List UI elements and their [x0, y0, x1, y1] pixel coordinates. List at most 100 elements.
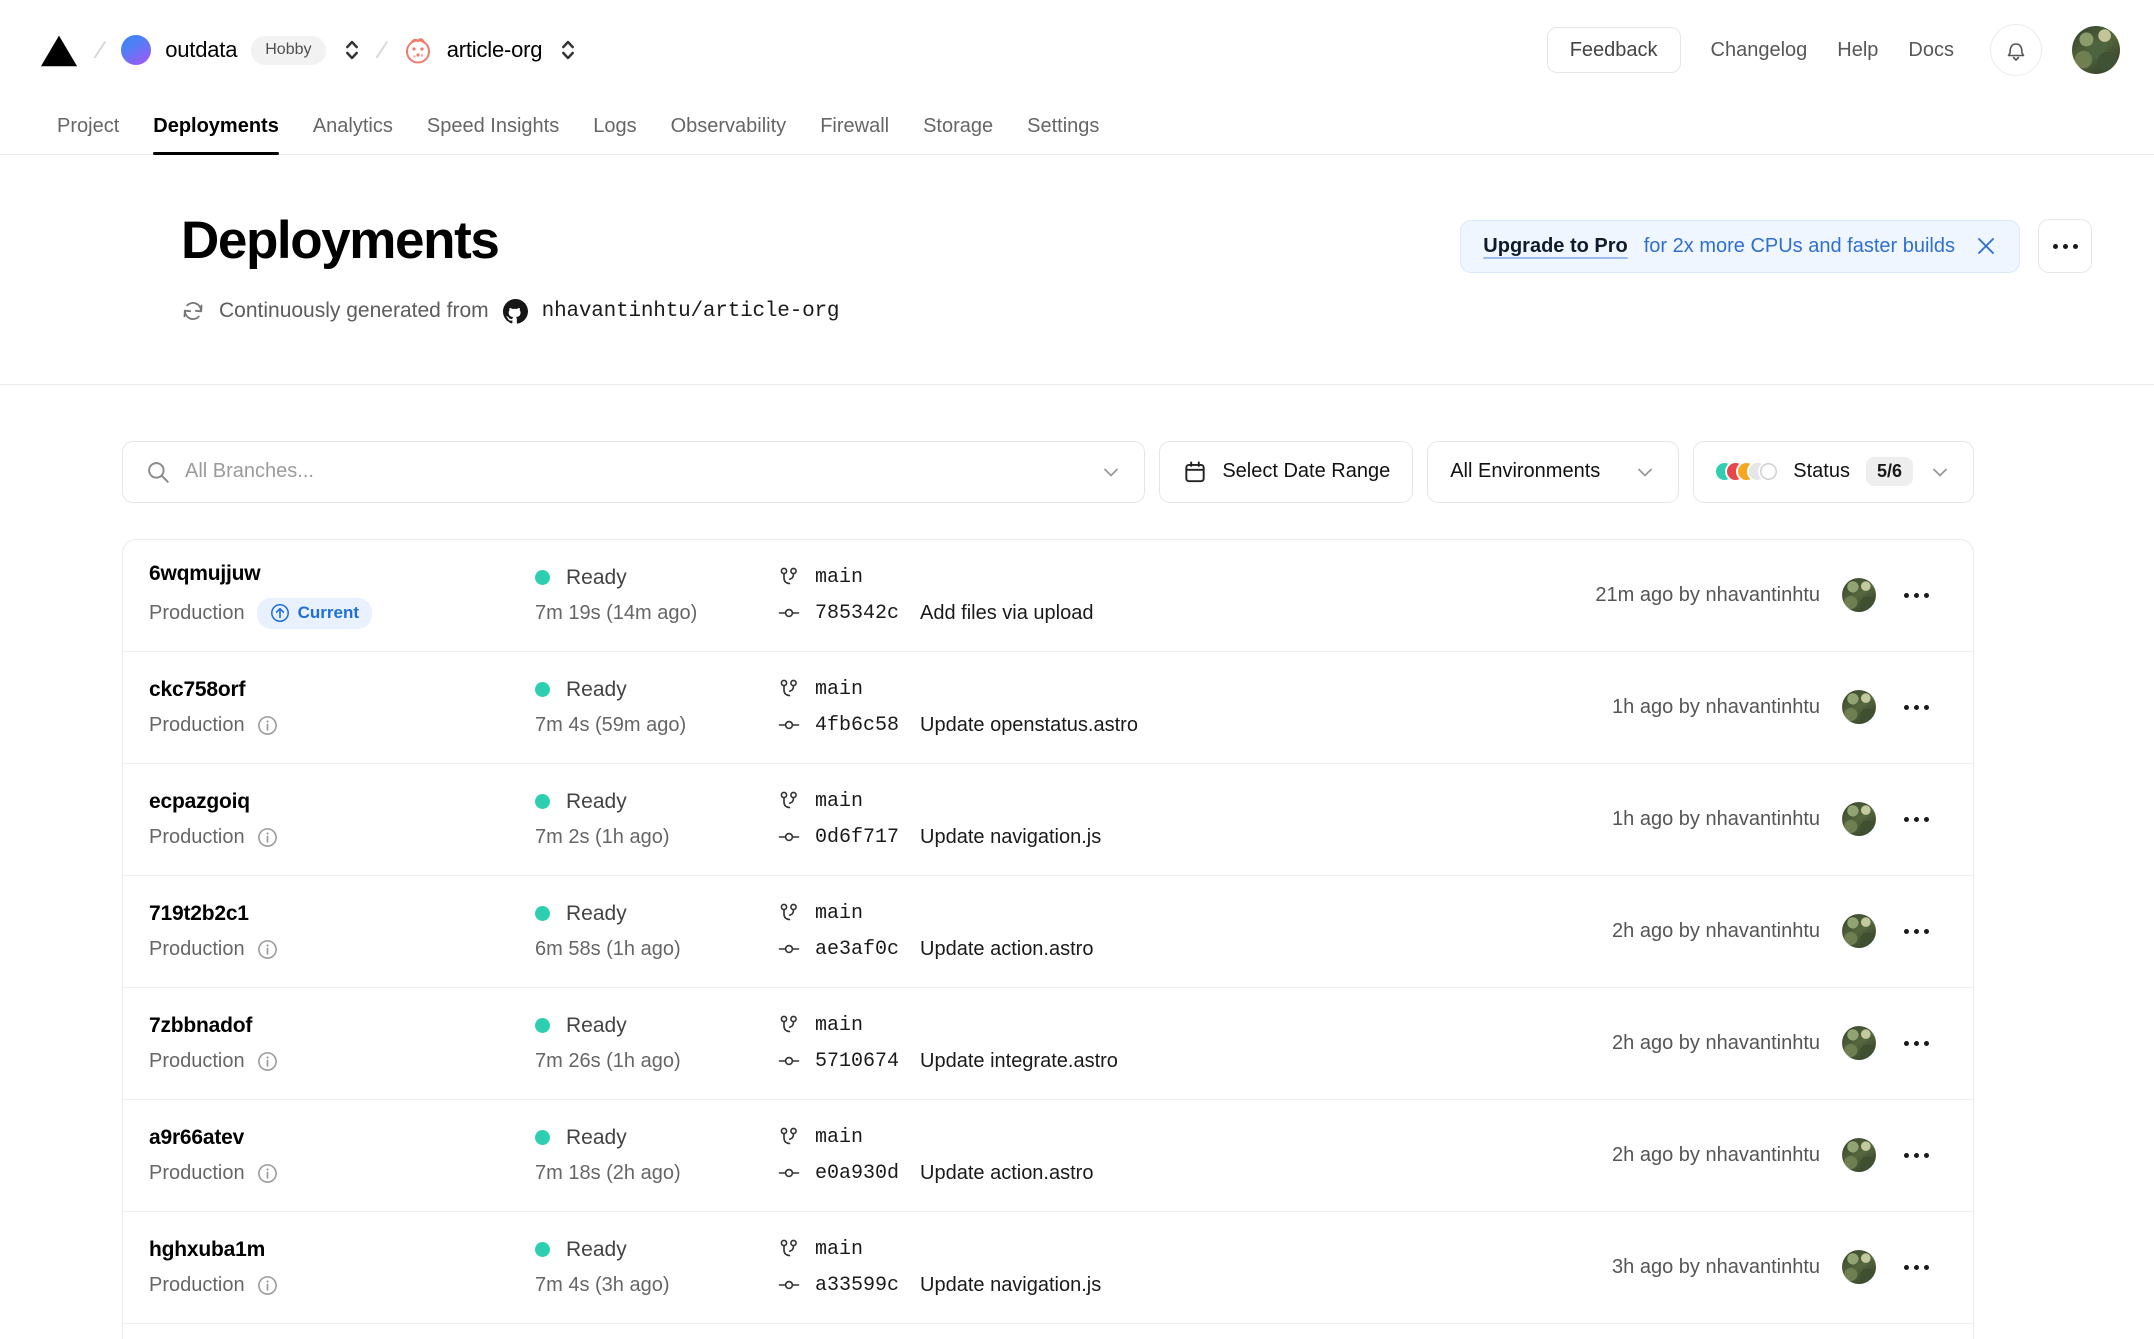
- row-more-options-button[interactable]: [1898, 1255, 1935, 1280]
- commit-line[interactable]: 5710674 Update integrate.astro: [777, 1049, 1612, 1073]
- branch-line[interactable]: main: [777, 677, 1612, 701]
- deployment-meta: 2h ago by nhavantinhtu: [1612, 1138, 1935, 1173]
- deployment-row[interactable]: 719t2b2c1 Production Ready 6m 58s (1h ag…: [123, 876, 1973, 988]
- deployment-timestamp: 2h ago by nhavantinhtu: [1612, 1031, 1820, 1054]
- deployment-environment: Production: [149, 938, 535, 961]
- commit-line[interactable]: 0d6f717 Update navigation.js: [777, 825, 1612, 849]
- status-filter[interactable]: Status 5/6: [1693, 440, 1974, 503]
- deployment-identity: 719t2b2c1 Production: [149, 902, 535, 961]
- commit-line[interactable]: e0a930d Update action.astro: [777, 1161, 1612, 1185]
- repository-path[interactable]: nhavantinhtu/article-org: [542, 300, 840, 323]
- chevron-down-icon-2[interactable]: [1634, 461, 1656, 483]
- info-icon[interactable]: [257, 939, 278, 960]
- deployment-row[interactable]: ecpazgoiq Production Ready 7m 2s (1h ago…: [123, 764, 1973, 876]
- notifications-button[interactable]: [1990, 24, 2042, 76]
- changelog-link[interactable]: Changelog: [1711, 39, 1808, 62]
- row-more-options-button[interactable]: [1898, 1031, 1935, 1056]
- tab-speed-insights[interactable]: Speed Insights: [410, 115, 576, 154]
- deployment-row[interactable]: ckc758orf Production Ready 7m 4s (59m ag…: [123, 652, 1973, 764]
- branch-line[interactable]: main: [777, 1013, 1612, 1037]
- branch-line[interactable]: main: [777, 789, 1612, 813]
- environment-label: Production: [149, 825, 245, 848]
- deployment-environment: Production: [149, 826, 535, 849]
- branch-search-field[interactable]: All Branches...: [122, 440, 1146, 503]
- feedback-button[interactable]: Feedback: [1546, 27, 1681, 73]
- deployment-row[interactable]: 6wqmujjuw Production Current Ready 7m 19…: [123, 540, 1973, 652]
- tab-deployments[interactable]: Deployments: [136, 115, 296, 155]
- tab-project[interactable]: Project: [40, 115, 136, 154]
- deployment-id[interactable]: a9r66atev: [149, 1126, 535, 1150]
- upgrade-banner-strong[interactable]: Upgrade to Pro: [1483, 235, 1627, 258]
- deployment-environment: Production: [149, 1162, 535, 1185]
- help-link[interactable]: Help: [1837, 39, 1878, 62]
- project-icon: [405, 38, 430, 64]
- vercel-triangle-logo[interactable]: [40, 34, 78, 67]
- date-range-label: Select Date Range: [1222, 460, 1391, 483]
- deployment-row[interactable]: a9r66atev Production Ready 7m 18s (2h ag…: [123, 1100, 1973, 1212]
- commit-line[interactable]: 785342c Add files via upload: [777, 601, 1595, 625]
- page-more-options-button[interactable]: [2038, 219, 2092, 273]
- tab-logs[interactable]: Logs: [576, 115, 653, 154]
- row-more-options-button[interactable]: [1898, 583, 1935, 608]
- row-more-options-button[interactable]: [1898, 695, 1935, 720]
- status-line: Ready: [535, 1126, 777, 1150]
- status-text: Ready: [566, 1013, 627, 1037]
- status-line: Ready: [535, 1238, 777, 1262]
- row-more-options-button[interactable]: [1898, 807, 1935, 832]
- close-icon[interactable]: [1975, 235, 1997, 257]
- search-input[interactable]: All Branches...: [185, 460, 314, 483]
- deployment-duration: 6m 58s (1h ago): [535, 937, 681, 960]
- deployment-git-info: main 785342c Add files via upload: [777, 565, 1595, 625]
- status-dot-icon: [535, 1130, 550, 1146]
- chevron-down-icon-3[interactable]: [1929, 461, 1951, 483]
- chevron-up-down-icon[interactable]: [344, 37, 360, 63]
- chevron-down-icon[interactable]: [1100, 461, 1122, 483]
- date-range-filter[interactable]: Select Date Range: [1159, 440, 1414, 503]
- docs-link[interactable]: Docs: [1908, 39, 1954, 62]
- info-icon[interactable]: [257, 1163, 278, 1184]
- avatar[interactable]: [2072, 26, 2120, 74]
- status-line: Ready: [535, 566, 777, 590]
- tab-firewall[interactable]: Firewall: [803, 115, 906, 154]
- info-icon[interactable]: [257, 1051, 278, 1072]
- info-icon[interactable]: [257, 827, 278, 848]
- commit-line[interactable]: 4fb6c58 Update openstatus.astro: [777, 713, 1612, 737]
- branch-line[interactable]: main: [777, 1237, 1612, 1261]
- status-dots-icon: [1716, 463, 1778, 481]
- deployment-status: Ready 7m 4s (3h ago): [535, 1238, 777, 1297]
- branch-line[interactable]: main: [777, 1125, 1612, 1149]
- deployment-row[interactable]: 7zbbnadof Production Ready 7m 26s (1h ag…: [123, 988, 1973, 1100]
- deployment-id[interactable]: hghxuba1m: [149, 1238, 535, 1262]
- git-branch-icon: [780, 679, 797, 697]
- breadcrumb-team[interactable]: outdata Hobby: [121, 35, 359, 65]
- environment-filter[interactable]: All Environments: [1427, 440, 1680, 503]
- deployment-id[interactable]: ckc758orf: [149, 678, 535, 702]
- chevron-up-down-icon-2[interactable]: [560, 37, 576, 63]
- info-icon[interactable]: [257, 715, 278, 736]
- deployment-id[interactable]: 7zbbnadof: [149, 1014, 535, 1038]
- row-more-options-button[interactable]: [1898, 919, 1935, 944]
- deployment-git-info: main ae3af0c Update action.astro: [777, 901, 1612, 961]
- commit-line[interactable]: ae3af0c Update action.astro: [777, 937, 1612, 961]
- commit-line[interactable]: a33599c Update navigation.js: [777, 1273, 1612, 1297]
- deployment-row[interactable]: hghxuba1m Production Ready 7m 4s (3h ago…: [123, 1212, 1973, 1324]
- author-avatar: [1842, 1138, 1876, 1173]
- deployment-row-partial[interactable]: [123, 1324, 1973, 1339]
- info-icon[interactable]: [257, 1275, 278, 1296]
- deployment-id[interactable]: 719t2b2c1: [149, 902, 535, 926]
- row-more-options-button[interactable]: [1898, 1143, 1935, 1168]
- deployment-id[interactable]: 6wqmujjuw: [149, 562, 535, 586]
- status-dot-icon: [535, 906, 550, 922]
- breadcrumb-project[interactable]: article-org: [403, 35, 577, 65]
- tab-storage[interactable]: Storage: [906, 115, 1010, 154]
- project-tabs: Project Deployments Analytics Speed Insi…: [0, 100, 2154, 155]
- tab-settings[interactable]: Settings: [1010, 115, 1116, 154]
- commit-message: Update action.astro: [920, 1161, 1094, 1184]
- branch-line[interactable]: main: [777, 901, 1612, 925]
- tab-analytics[interactable]: Analytics: [296, 115, 410, 154]
- deployment-meta: 1h ago by nhavantinhtu: [1612, 690, 1935, 725]
- tab-observability[interactable]: Observability: [654, 115, 804, 154]
- deployment-id[interactable]: ecpazgoiq: [149, 790, 535, 814]
- upgrade-to-pro-banner[interactable]: Upgrade to Pro for 2x more CPUs and fast…: [1460, 219, 2020, 273]
- branch-line[interactable]: main: [777, 565, 1595, 589]
